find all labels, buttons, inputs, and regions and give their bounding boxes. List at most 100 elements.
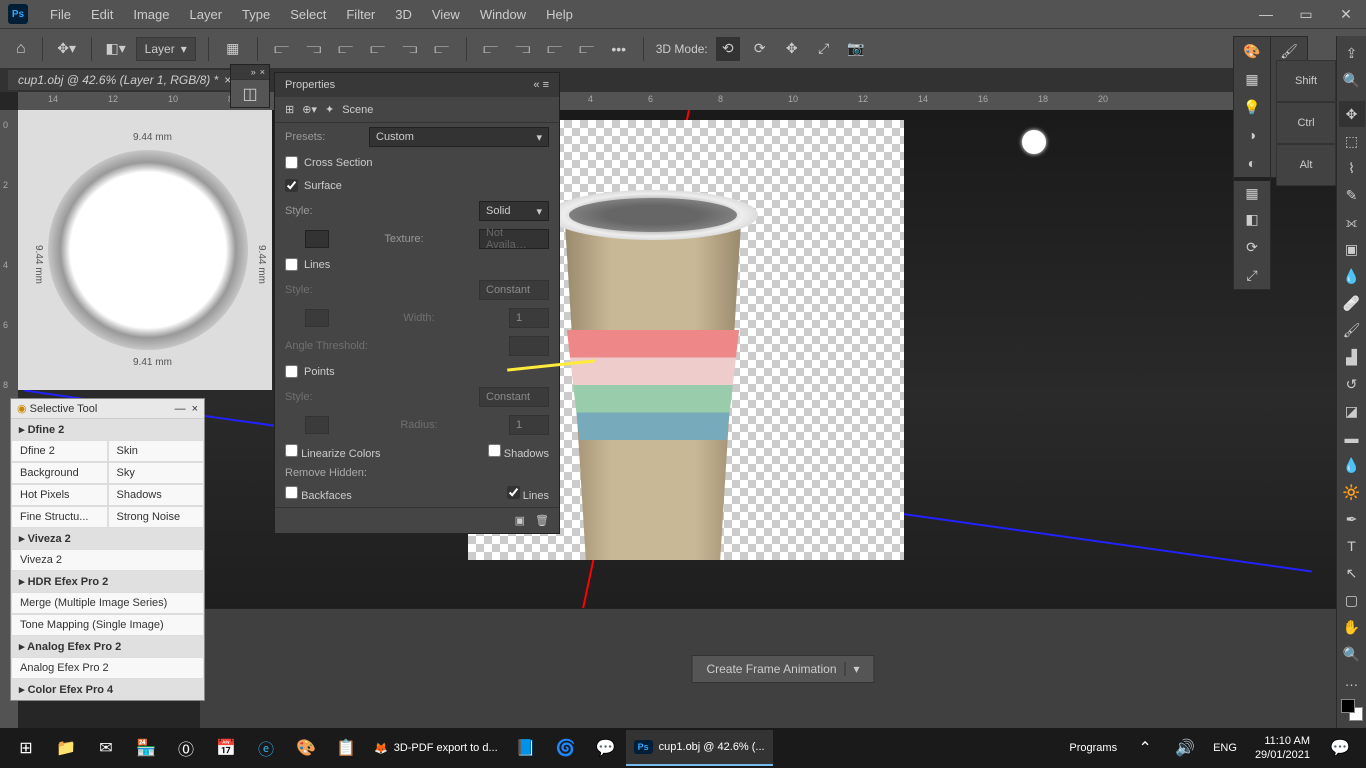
explorer-icon[interactable]: 📁: [46, 730, 86, 766]
align-center-h-icon[interactable]: ⫎: [302, 37, 326, 61]
create-frame-animation-button[interactable]: Create Frame Animation ▾: [691, 655, 874, 683]
lines2-checkbox[interactable]: [507, 486, 520, 499]
3d-slide-icon[interactable]: ⤢: [812, 37, 836, 61]
dodge-tool[interactable]: 🔆: [1339, 479, 1365, 505]
paths-panel-icon[interactable]: ⤢: [1234, 261, 1270, 289]
selective-group-header[interactable]: ▸ Viveza 2: [11, 528, 204, 549]
menu-image[interactable]: Image: [123, 7, 179, 22]
frame-tool[interactable]: ▣: [1339, 236, 1365, 262]
tray-up-icon[interactable]: ⌃: [1125, 730, 1165, 766]
menu-file[interactable]: File: [40, 7, 81, 22]
panel-collapse-icon[interactable]: «: [533, 79, 539, 91]
app-icon-2[interactable]: 📘: [506, 730, 546, 766]
menu-view[interactable]: View: [422, 7, 470, 22]
move-tool[interactable]: ✥: [1339, 101, 1365, 127]
lasso-tool[interactable]: ⌇: [1339, 155, 1365, 181]
presets-dropdown[interactable]: Custom▾: [369, 127, 549, 147]
pen-tool[interactable]: ✒: [1339, 506, 1365, 532]
selective-minimize-icon[interactable]: —: [175, 403, 186, 415]
store-icon[interactable]: 🏪: [126, 730, 166, 766]
shadows-checkbox[interactable]: [488, 444, 501, 457]
align-right-icon[interactable]: ⫍: [334, 37, 358, 61]
selective-group-header[interactable]: ▸ Color Efex Pro 4: [11, 679, 204, 700]
menu-help[interactable]: Help: [536, 7, 583, 22]
channels-panel-icon[interactable]: ⟳: [1234, 233, 1270, 261]
adjustments-panel-icon[interactable]: ◐: [1234, 149, 1270, 177]
linearize-checkbox[interactable]: [285, 444, 298, 457]
share-icon[interactable]: ⇪: [1339, 40, 1365, 66]
surface-color-swatch[interactable]: [305, 230, 329, 248]
ruler-horizontal[interactable]: 14 12 10 8 6 4 2 0 2 4 6 8 10 12 14 16 1…: [18, 92, 1366, 110]
stamp-tool[interactable]: ▟: [1339, 344, 1365, 370]
volume-icon[interactable]: 🔊: [1165, 730, 1205, 766]
secondary-view[interactable]: 9.44 mm 9.41 mm 9.44 mm 9.44 mm: [18, 110, 272, 390]
zoom-tool[interactable]: 🔍: [1339, 641, 1365, 667]
minimize-button[interactable]: —: [1246, 0, 1286, 28]
menu-filter[interactable]: Filter: [336, 7, 385, 22]
maximize-button[interactable]: ▭: [1286, 0, 1326, 28]
move-tool-icon[interactable]: ✥▾: [55, 37, 79, 61]
selective-item[interactable]: Hot Pixels: [11, 484, 108, 506]
brush-tool[interactable]: 🖌: [1339, 317, 1365, 343]
texture-dropdown[interactable]: Not Availa…: [479, 229, 549, 249]
more-icon[interactable]: •••: [607, 37, 631, 61]
mail-icon[interactable]: ✉: [86, 730, 126, 766]
shape-tool[interactable]: ▢: [1339, 587, 1365, 613]
search-tool-icon[interactable]: 🔍: [1339, 67, 1365, 93]
home-icon[interactable]: ⌂: [12, 36, 30, 62]
selective-item[interactable]: Dfine 2: [11, 440, 108, 462]
points-checkbox[interactable]: [285, 365, 298, 378]
healing-tool[interactable]: 🩹: [1339, 290, 1365, 316]
eraser-tool[interactable]: ◪: [1339, 398, 1365, 424]
3d-cup-object[interactable]: [548, 190, 758, 560]
scene-icon-3[interactable]: ✦: [325, 103, 334, 116]
lines-checkbox[interactable]: [285, 258, 298, 271]
clock[interactable]: 11:10 AM 29/01/2021: [1245, 734, 1320, 763]
selective-group-header[interactable]: ▸ Analog Efex Pro 2: [11, 636, 204, 657]
3d-camera-icon[interactable]: 📷: [844, 37, 868, 61]
marquee-tool[interactable]: ⬚: [1339, 128, 1365, 154]
selective-group-header[interactable]: ▸ Dfine 2: [11, 419, 204, 440]
menu-layer[interactable]: Layer: [180, 7, 233, 22]
align-bottom-icon[interactable]: ⫍: [430, 37, 454, 61]
menu-3d[interactable]: 3D: [385, 7, 422, 22]
app-icon-1[interactable]: 📋: [326, 730, 366, 766]
edge-icon[interactable]: ⓔ: [246, 730, 286, 766]
scene-icon-1[interactable]: ⊞: [285, 103, 294, 116]
discord-icon[interactable]: 💬: [586, 730, 626, 766]
photoshop-task[interactable]: Pscup1.obj @ 42.6% (...: [626, 730, 773, 766]
selective-item[interactable]: Strong Noise: [108, 506, 205, 528]
backfaces-checkbox[interactable]: [285, 486, 298, 499]
selective-item[interactable]: Shadows: [108, 484, 205, 506]
auto-select-icon[interactable]: ◧▾: [104, 37, 128, 61]
eyedropper-tool[interactable]: 💧: [1339, 263, 1365, 289]
dock-close-icon[interactable]: ×: [260, 67, 265, 77]
quick-select-tool[interactable]: ✎: [1339, 182, 1365, 208]
blur-tool[interactable]: 💧: [1339, 452, 1365, 478]
3d-panel-icon[interactable]: ◫: [231, 79, 269, 107]
swatches-panel-icon[interactable]: ▦: [1234, 65, 1270, 93]
menu-select[interactable]: Select: [280, 7, 336, 22]
hand-tool[interactable]: ✋: [1339, 614, 1365, 640]
align-center-v-icon[interactable]: ⫎: [398, 37, 422, 61]
layers-panel-icon[interactable]: ◧: [1234, 205, 1270, 233]
selective-item[interactable]: Analog Efex Pro 2: [11, 657, 204, 679]
document-tab[interactable]: cup1.obj @ 42.6% (Layer 1, RGB/8) * ×: [8, 70, 241, 90]
selective-item[interactable]: Viveza 2: [11, 549, 204, 571]
trash-icon[interactable]: 🗑: [535, 514, 549, 527]
blender-icon[interactable]: 🌀: [546, 730, 586, 766]
3d-pan-icon[interactable]: ✥: [780, 37, 804, 61]
selective-item[interactable]: Background: [11, 462, 108, 484]
cross-section-checkbox[interactable]: [285, 156, 298, 169]
distribute-2-icon[interactable]: ⫎: [511, 37, 535, 61]
align-left-icon[interactable]: ⫍: [270, 37, 294, 61]
cc-panel-icon[interactable]: ◑: [1234, 121, 1270, 149]
selective-item[interactable]: Merge (Multiple Image Series): [11, 592, 204, 614]
libraries-panel-icon[interactable]: 💡: [1234, 93, 1270, 121]
menu-edit[interactable]: Edit: [81, 7, 123, 22]
crop-tool[interactable]: ⟗: [1339, 209, 1365, 235]
path-select-tool[interactable]: ↖: [1339, 560, 1365, 586]
history-brush-tool[interactable]: ↺: [1339, 371, 1365, 397]
start-button[interactable]: ⊞: [6, 730, 46, 766]
scene-icon-2[interactable]: ⊕▾: [302, 103, 317, 116]
